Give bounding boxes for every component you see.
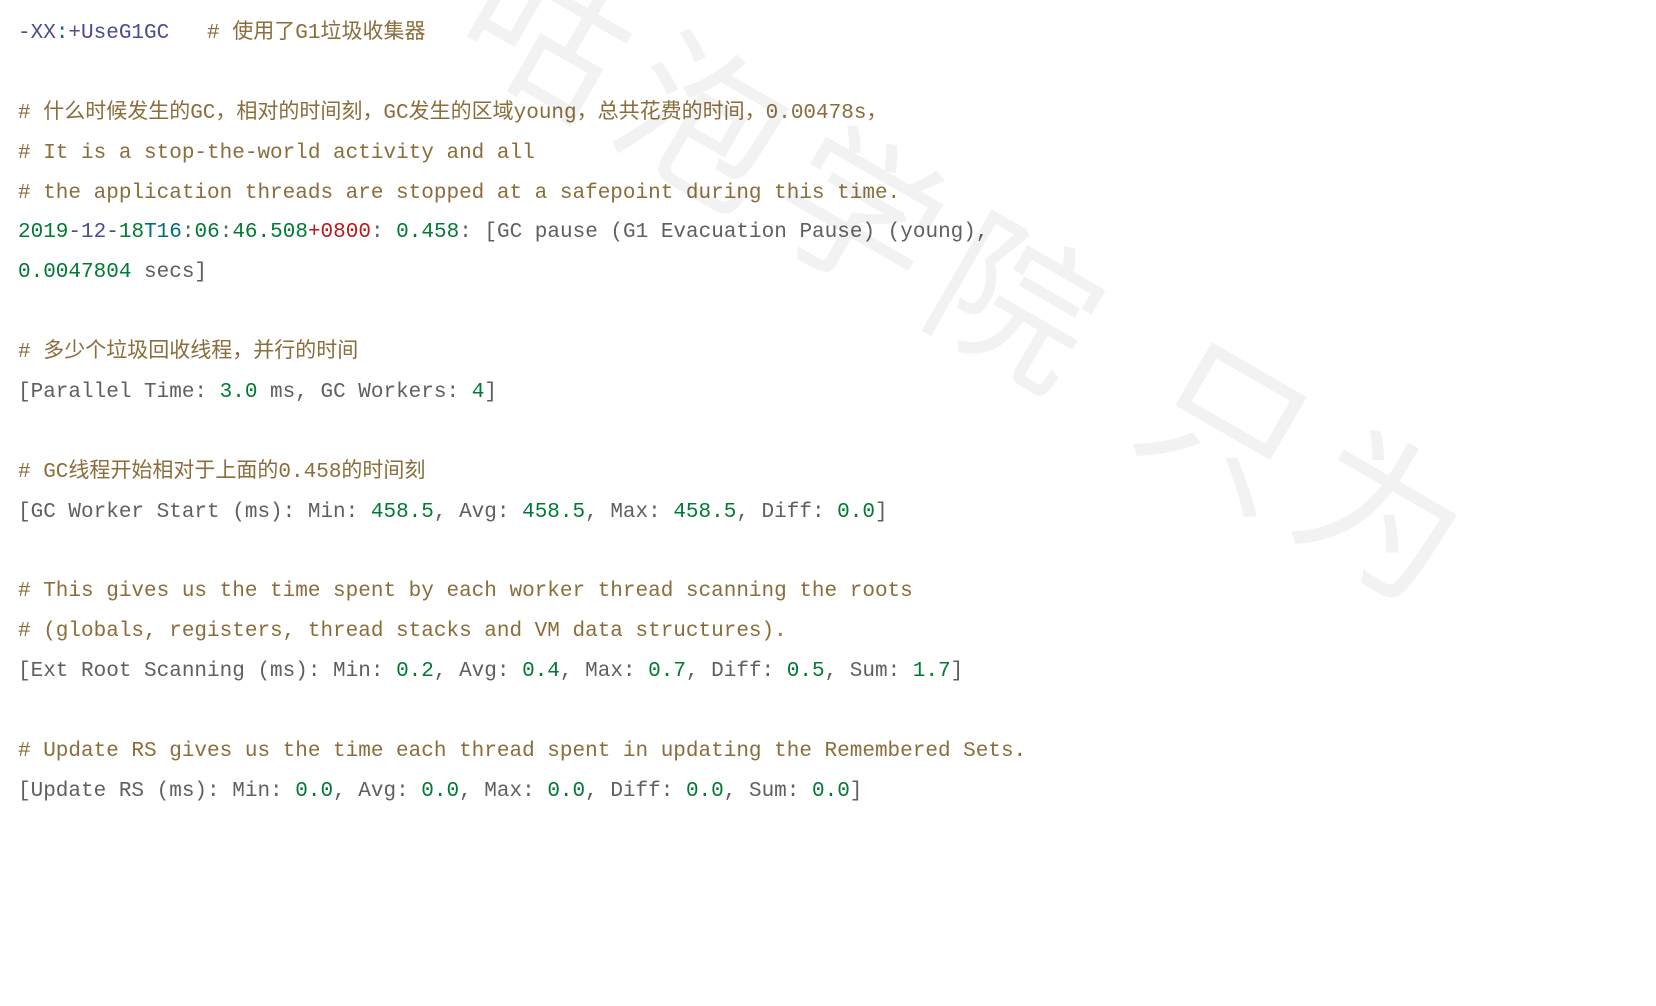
code-line: [GC Worker Start (ms): Min: 458.5, Avg: … <box>18 493 1638 533</box>
token: : <box>182 221 195 244</box>
token: 18 <box>119 221 144 244</box>
code-block: -XX:+UseG1GC # 使用了G1垃圾收集器 # 什么时候发生的GC，相对… <box>18 14 1638 812</box>
token: ] <box>850 780 863 803</box>
token: , Diff: <box>686 660 787 683</box>
token: , Sum: <box>724 780 812 803</box>
token: [Parallel Time: <box>18 381 220 404</box>
comment-line: # GC线程开始相对于上面的0.458的时间刻 <box>18 453 1638 493</box>
token: 0.2 <box>396 660 434 683</box>
token: -XX <box>18 22 56 45</box>
token: secs] <box>131 261 207 284</box>
token: ] <box>875 501 888 524</box>
token: +UseG1GC <box>68 22 169 45</box>
comment-line: # It is a stop-the-world activity and al… <box>18 134 1638 174</box>
comment-line: # (globals, registers, thread stacks and… <box>18 612 1638 652</box>
token: 0.0 <box>837 501 875 524</box>
token: [Update RS (ms): Min: <box>18 780 295 803</box>
token: 0.7 <box>648 660 686 683</box>
token: ] <box>951 660 964 683</box>
blank-line <box>18 54 1638 94</box>
token: : <box>220 221 233 244</box>
token: 0.0 <box>686 780 724 803</box>
token: : [GC pause (G1 Evacuation Pause) (young… <box>459 221 1001 244</box>
comment-line: # the application threads are stopped at… <box>18 174 1638 214</box>
token: 0.0 <box>812 780 850 803</box>
comment-line: # 多少个垃圾回收线程，并行的时间 <box>18 333 1638 373</box>
code-line: -XX:+UseG1GC # 使用了G1垃圾收集器 <box>18 14 1638 54</box>
token: 0.4 <box>522 660 560 683</box>
token: 0.0 <box>547 780 585 803</box>
token: 0.0 <box>421 780 459 803</box>
code-line: 0.0047804 secs] <box>18 253 1638 293</box>
token: ms, GC Workers: <box>257 381 471 404</box>
token: 0.0047804 <box>18 261 131 284</box>
token: , Diff: <box>736 501 837 524</box>
comment-line: # 什么时候发生的GC，相对的时间刻，GC发生的区域young，总共花费的时间，… <box>18 94 1638 134</box>
token: 4 <box>472 381 485 404</box>
token: 06 <box>194 221 219 244</box>
token: , Max: <box>585 501 673 524</box>
comment-line: # This gives us the time spent by each w… <box>18 572 1638 612</box>
token: ] <box>484 381 497 404</box>
token: 2019 <box>18 221 68 244</box>
token: 0.458 <box>396 221 459 244</box>
token: , Avg: <box>434 660 522 683</box>
token: 3.0 <box>220 381 258 404</box>
token: , Sum: <box>825 660 913 683</box>
blank-line <box>18 692 1638 732</box>
blank-line <box>18 413 1638 453</box>
token: 0.5 <box>787 660 825 683</box>
token: : <box>371 221 396 244</box>
token: [GC Worker Start (ms): Min: <box>18 501 371 524</box>
token: , Avg: <box>434 501 522 524</box>
token: +0800 <box>308 221 371 244</box>
code-line: [Update RS (ms): Min: 0.0, Avg: 0.0, Max… <box>18 772 1638 812</box>
token: T16 <box>144 221 182 244</box>
token: 1.7 <box>913 660 951 683</box>
blank-line <box>18 533 1638 573</box>
token: 458.5 <box>371 501 434 524</box>
blank-line <box>18 293 1638 333</box>
token: , Diff: <box>585 780 686 803</box>
token: , Max: <box>459 780 547 803</box>
code-line: [Ext Root Scanning (ms): Min: 0.2, Avg: … <box>18 652 1638 692</box>
token: 46.508 <box>232 221 308 244</box>
token: 458.5 <box>673 501 736 524</box>
token: , Max: <box>560 660 648 683</box>
code-line: [Parallel Time: 3.0 ms, GC Workers: 4] <box>18 373 1638 413</box>
code-line: 2019-12-18T16:06:46.508+0800: 0.458: [GC… <box>18 213 1638 253</box>
token: -12- <box>68 221 118 244</box>
token: 0.0 <box>295 780 333 803</box>
token: 458.5 <box>522 501 585 524</box>
token: , Avg: <box>333 780 421 803</box>
token: [Ext Root Scanning (ms): Min: <box>18 660 396 683</box>
token: : <box>56 22 69 45</box>
comment-line: # Update RS gives us the time each threa… <box>18 732 1638 772</box>
comment: # 使用了G1垃圾收集器 <box>169 22 425 45</box>
